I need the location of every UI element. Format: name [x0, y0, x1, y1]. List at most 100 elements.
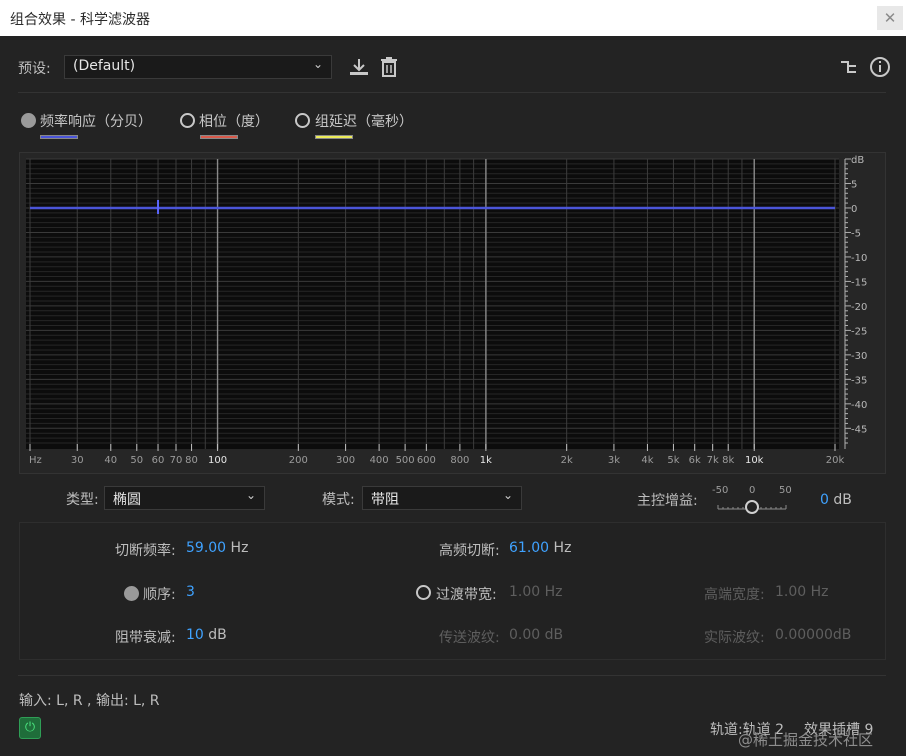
x-tick-label: 7k [707, 455, 719, 466]
y-tick-label: 5 [851, 179, 857, 190]
stopband-value: 10 [186, 627, 204, 643]
actual-ripple-label: 实际波纹: [704, 630, 765, 646]
io-info: 输入: L, R , 输出: L, R [19, 693, 160, 709]
title-bar: 组合效果 - 科学滤波器 ✕ [0, 0, 906, 36]
x-tick-label: 30 [71, 455, 84, 466]
cutoff-value: 59.00 [186, 540, 227, 556]
y-tick-label: 0 [851, 204, 857, 215]
high-cut-unit: Hz [553, 540, 572, 556]
stopband-label: 阻带衰减: [115, 630, 176, 646]
separator [18, 92, 886, 93]
frequency-response-swatch [40, 135, 78, 139]
high-width-value[interactable]: 1.00 Hz [775, 584, 829, 600]
option-phase[interactable]: 相位（度） [180, 113, 290, 145]
phase-label: 相位（度） [199, 114, 269, 130]
type-value: 椭圆 [113, 492, 141, 508]
x-tick-label: 800 [450, 455, 469, 466]
y-tick-label: -40 [851, 400, 867, 411]
x-tick-label: 6k [689, 455, 701, 466]
x-tick-label: 70 [170, 455, 183, 466]
type-dropdown[interactable]: 椭圆 ⌄ [104, 486, 265, 510]
routing-icon[interactable] [840, 58, 858, 76]
window-title: 组合效果 - 科学滤波器 [10, 12, 150, 28]
high-cut-value: 61.00 [509, 540, 550, 556]
y-tick-label: -5 [851, 228, 861, 239]
phase-swatch [200, 135, 238, 139]
preset-dropdown[interactable]: (Default) ⌄ [64, 55, 332, 79]
y-tick-label: dB [851, 155, 864, 166]
y-tick-label: -35 [851, 375, 867, 386]
x-tick-label: 400 [370, 455, 389, 466]
gain-value: 0 [820, 492, 829, 508]
x-tick-label: 1k [480, 455, 492, 466]
x-tick-label: 60 [152, 455, 165, 466]
separator [18, 675, 886, 676]
high-width-label: 高端宽度: [704, 587, 765, 603]
y-tick-label: -30 [851, 351, 867, 362]
group-delay-swatch [315, 135, 353, 139]
gain-unit: dB [833, 492, 852, 508]
frequency-graph[interactable]: Hz 30 40 50 60 70 80 100 200 300 400 500 600 800 1k 2k 3… [19, 152, 886, 474]
passband-value[interactable]: 0.00 dB [509, 627, 563, 643]
watermark: @稀土掘金技术社区 [738, 731, 874, 749]
actual-ripple-value: 0.00000dB [775, 627, 852, 643]
gain-scale-min: -50 [712, 485, 729, 496]
cutoff-label: 切断频率: [115, 543, 176, 559]
frequency-response-label: 频率响应（分贝） [40, 114, 152, 130]
x-tick-label: 40 [104, 455, 117, 466]
high-cut-label: 高频切断: [439, 543, 500, 559]
passband-label: 传送波纹: [439, 630, 500, 646]
x-tick-label: 10k [745, 455, 764, 466]
chevron-down-icon: ⌄ [502, 488, 513, 502]
x-tick-label: 500 [396, 455, 415, 466]
download-icon[interactable] [348, 57, 370, 77]
y-tick-label: -25 [851, 326, 867, 337]
x-tick-label: 8k [722, 455, 734, 466]
mode-dropdown[interactable]: 带阻 ⌄ [362, 486, 522, 510]
y-tick-label: -45 [851, 424, 867, 435]
x-tick-label: 80 [185, 455, 198, 466]
gain-readout[interactable]: 0 dB [820, 492, 852, 508]
option-group-delay[interactable]: 组延迟（毫秒） [295, 113, 435, 145]
preset-label: 预设: [18, 61, 51, 77]
gain-slider[interactable]: -50 0 50 [712, 485, 794, 515]
x-tick-label: 3k [608, 455, 620, 466]
transition-label: 过渡带宽: [436, 587, 497, 603]
option-frequency-response[interactable]: 频率响应（分贝） [21, 113, 171, 145]
radio-group-delay[interactable] [295, 113, 310, 128]
mode-label: 模式: [322, 492, 355, 508]
type-label: 类型: [66, 492, 99, 508]
cutoff-field[interactable]: 59.00 Hz [186, 540, 248, 556]
chevron-down-icon: ⌄ [245, 488, 256, 502]
close-button[interactable]: ✕ [877, 6, 903, 30]
x-tick-label: 4k [641, 455, 653, 466]
preset-value: (Default) [73, 58, 136, 74]
stopband-field[interactable]: 10 dB [186, 627, 227, 643]
stopband-unit: dB [208, 627, 227, 643]
cutoff-unit: Hz [230, 540, 249, 556]
radio-phase[interactable] [180, 113, 195, 128]
power-icon[interactable]: ⏻ [19, 717, 41, 739]
order-value[interactable]: 3 [186, 584, 195, 600]
order-radio[interactable] [124, 586, 139, 601]
trash-icon[interactable] [379, 56, 399, 78]
x-tick-label: 200 [289, 455, 308, 466]
transition-value[interactable]: 1.00 Hz [509, 584, 563, 600]
gain-scale-max: 50 [779, 485, 792, 496]
x-tick-label: 600 [417, 455, 436, 466]
radio-frequency-response[interactable] [21, 113, 36, 128]
x-tick-label: Hz [29, 455, 42, 466]
x-tick-label: 100 [208, 455, 227, 466]
plot-area [26, 159, 839, 449]
frequency-graph-svg: Hz 30 40 50 60 70 80 100 200 300 400 500 600 800 1k 2k 3… [26, 155, 867, 466]
transition-radio[interactable] [416, 585, 431, 600]
mode-value: 带阻 [371, 492, 399, 508]
y-tick-label: -10 [851, 253, 867, 264]
info-icon[interactable] [869, 56, 891, 78]
x-tick-label: 300 [336, 455, 355, 466]
gain-scale-mid: 0 [749, 485, 756, 496]
gain-label: 主控增益: [637, 493, 698, 509]
x-tick-label: 2k [561, 455, 573, 466]
chevron-down-icon: ⌄ [312, 57, 323, 71]
high-cut-field[interactable]: 61.00 Hz [509, 540, 571, 556]
